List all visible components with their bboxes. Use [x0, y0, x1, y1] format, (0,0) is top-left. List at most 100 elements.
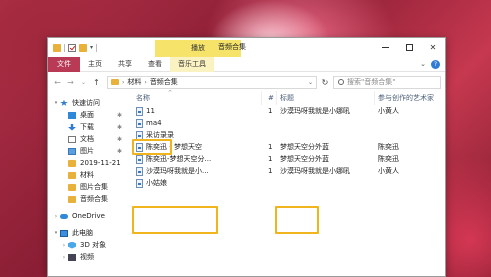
column-header-artist[interactable]: 参与创作的艺术家: [378, 93, 434, 103]
column-header-name[interactable]: 名称: [136, 93, 150, 103]
sidebar-item-label: 文档: [80, 135, 94, 143]
sidebar-item-label: 图片合集: [80, 183, 108, 191]
tab-music-tools[interactable]: 音乐工具: [170, 56, 214, 72]
forward-button[interactable]: →: [65, 78, 76, 87]
cloud-icon: [60, 213, 68, 219]
sidebar-item-videos[interactable]: › 视频: [48, 251, 128, 263]
ribbon-tabs: 文件 主页 共享 查看 音乐工具 ⌄ ?: [48, 56, 445, 72]
column-header-title[interactable]: 标题: [280, 93, 294, 103]
quick-access-toolbar: ▾: [48, 43, 98, 52]
file-title: 梦想天空分外蓝: [280, 143, 329, 151]
sidebar-item-2019-11-21[interactable]: 2019-11-21: [48, 157, 128, 169]
search-box[interactable]: 搜索"音频合集": [333, 75, 441, 89]
sidebar-item-audio-collection[interactable]: 音频合集: [48, 193, 128, 205]
file-row[interactable]: 11 1 沙漠玛呀我就是小娜吼 小黄人: [128, 105, 445, 117]
audio-file-icon: [136, 130, 143, 140]
file-number: 1: [268, 167, 273, 175]
folder-icon: [68, 195, 76, 203]
chevron-right-icon[interactable]: ›: [60, 242, 68, 249]
sidebar-item-downloads[interactable]: 下载 ✱: [48, 121, 128, 133]
desktop-icon: [68, 111, 76, 119]
tab-file[interactable]: 文件: [48, 56, 80, 72]
column-header-number[interactable]: #: [268, 94, 274, 102]
file-title: 沙漠玛呀我就是小娜吼: [280, 107, 350, 115]
expand-ribbon-icon[interactable]: ⌄: [420, 60, 426, 68]
file-row[interactable]: 沙漠玛呀我就是小... 1 沙漠玛呀我就是小娜吼 小黄人: [128, 165, 445, 177]
chevron-right-icon: ›: [144, 78, 147, 86]
file-name: 采访录录: [146, 131, 174, 139]
folder-icon: [68, 171, 76, 179]
sidebar-item-label: 图片: [80, 147, 94, 155]
sidebar-item-label: 此电脑: [72, 229, 93, 237]
file-row[interactable]: 小姑娘: [128, 177, 445, 189]
sidebar-item-desktop[interactable]: 桌面 ✱: [48, 109, 128, 121]
file-row[interactable]: 陈奕迅-梦想天空分... 1 梦想天空分外蓝 陈奕迅: [128, 153, 445, 165]
close-icon: ✕: [429, 43, 437, 52]
file-row[interactable]: 采访录录: [128, 129, 445, 141]
file-artist: 陈奕迅: [378, 155, 399, 163]
file-artist: 陈奕迅: [378, 143, 399, 151]
tab-view[interactable]: 查看: [140, 57, 170, 72]
video-icon: [68, 253, 76, 261]
file-explorer-window: ▾ 播放 音频合集 ✕ 文件 主页 共享 查看 音乐工具 ⌄ ? ← → ⌄ ↑…: [47, 37, 446, 277]
sidebar-item-label: 快速访问: [72, 99, 100, 107]
chevron-down-icon: ▾: [54, 230, 58, 236]
sidebar-item-this-pc[interactable]: ▾ 此电脑: [48, 227, 128, 239]
sidebar-item-label: 下载: [80, 123, 94, 131]
sidebar-item-picture-collection[interactable]: 图片合集: [48, 181, 128, 193]
chevron-right-icon[interactable]: ›: [52, 213, 60, 220]
refresh-button[interactable]: ↻: [319, 76, 331, 89]
highlight-box: [132, 206, 218, 234]
tab-home[interactable]: 主页: [80, 57, 110, 72]
pictures-icon: [68, 147, 76, 155]
file-name: 陈奕迅-梦想天空分...: [146, 155, 212, 163]
sidebar-item-pictures[interactable]: 图片 ✱: [48, 145, 128, 157]
maximize-button[interactable]: [397, 38, 421, 57]
help-icon[interactable]: ?: [431, 59, 440, 69]
sidebar-item-label: 2019-11-21: [80, 159, 121, 167]
file-title: 沙漠玛呀我就是小娜吼: [280, 167, 350, 175]
sidebar-item-label: 3D 对象: [80, 241, 107, 249]
file-name: 小姑娘: [146, 179, 167, 187]
breadcrumb-materials[interactable]: 材料: [127, 77, 141, 87]
file-row[interactable]: 陈奕迅 - 梦想天空 1 梦想天空分外蓝 陈奕迅: [128, 141, 445, 153]
audio-file-icon: [136, 178, 143, 188]
file-row[interactable]: ma4: [128, 117, 445, 129]
breadcrumb-audio-collection[interactable]: 音频合集: [150, 77, 178, 87]
file-title: 梦想天空分外蓝: [280, 155, 329, 163]
close-button[interactable]: ✕: [421, 38, 445, 57]
pin-icon: ✱: [116, 123, 122, 131]
folder-icon: [68, 159, 76, 167]
back-button[interactable]: ←: [52, 78, 63, 87]
file-artist: 小黄人: [378, 167, 399, 175]
up-button[interactable]: ↑: [91, 78, 102, 87]
properties-icon[interactable]: [68, 43, 76, 52]
column-divider[interactable]: [261, 91, 262, 105]
file-number: 1: [268, 107, 273, 115]
column-divider[interactable]: [276, 91, 277, 105]
sidebar-item-materials[interactable]: 材料: [48, 169, 128, 181]
recent-locations-dropdown[interactable]: ⌄: [78, 79, 89, 86]
address-dropdown-icon[interactable]: ⌄: [308, 79, 316, 86]
file-name: ma4: [146, 119, 162, 127]
folder-icon: [53, 43, 61, 52]
sidebar-item-label: 桌面: [80, 111, 94, 119]
new-folder-icon[interactable]: [79, 43, 87, 52]
file-list: ^ 名称 # 标题 参与创作的艺术家 11 1 沙漠玛呀我就是小娜吼 小黄人 m…: [128, 90, 445, 276]
customize-toolbar-dropdown[interactable]: ▾: [90, 44, 93, 51]
sidebar-item-onedrive[interactable]: › OneDrive: [48, 210, 128, 222]
column-divider[interactable]: [374, 91, 375, 105]
search-placeholder: 搜索"音频合集": [347, 78, 396, 86]
sidebar-item-quick-access[interactable]: ▾ 快速访问: [48, 97, 128, 109]
chevron-right-icon[interactable]: ›: [60, 254, 68, 261]
sidebar-item-label: 音频合集: [80, 195, 108, 203]
sidebar-item-documents[interactable]: 文档 ✱: [48, 133, 128, 145]
sort-ascending-icon: ^: [168, 90, 173, 96]
address-bar[interactable]: › 材料 › 音频合集 ⌄: [107, 75, 317, 89]
tab-share[interactable]: 共享: [110, 57, 140, 72]
sidebar-item-label: 视频: [80, 253, 94, 261]
minimize-button[interactable]: [373, 38, 397, 57]
sidebar-item-3d-objects[interactable]: › 3D 对象: [48, 239, 128, 251]
minimize-icon: [381, 47, 389, 48]
file-name: 沙漠玛呀我就是小...: [146, 167, 209, 175]
